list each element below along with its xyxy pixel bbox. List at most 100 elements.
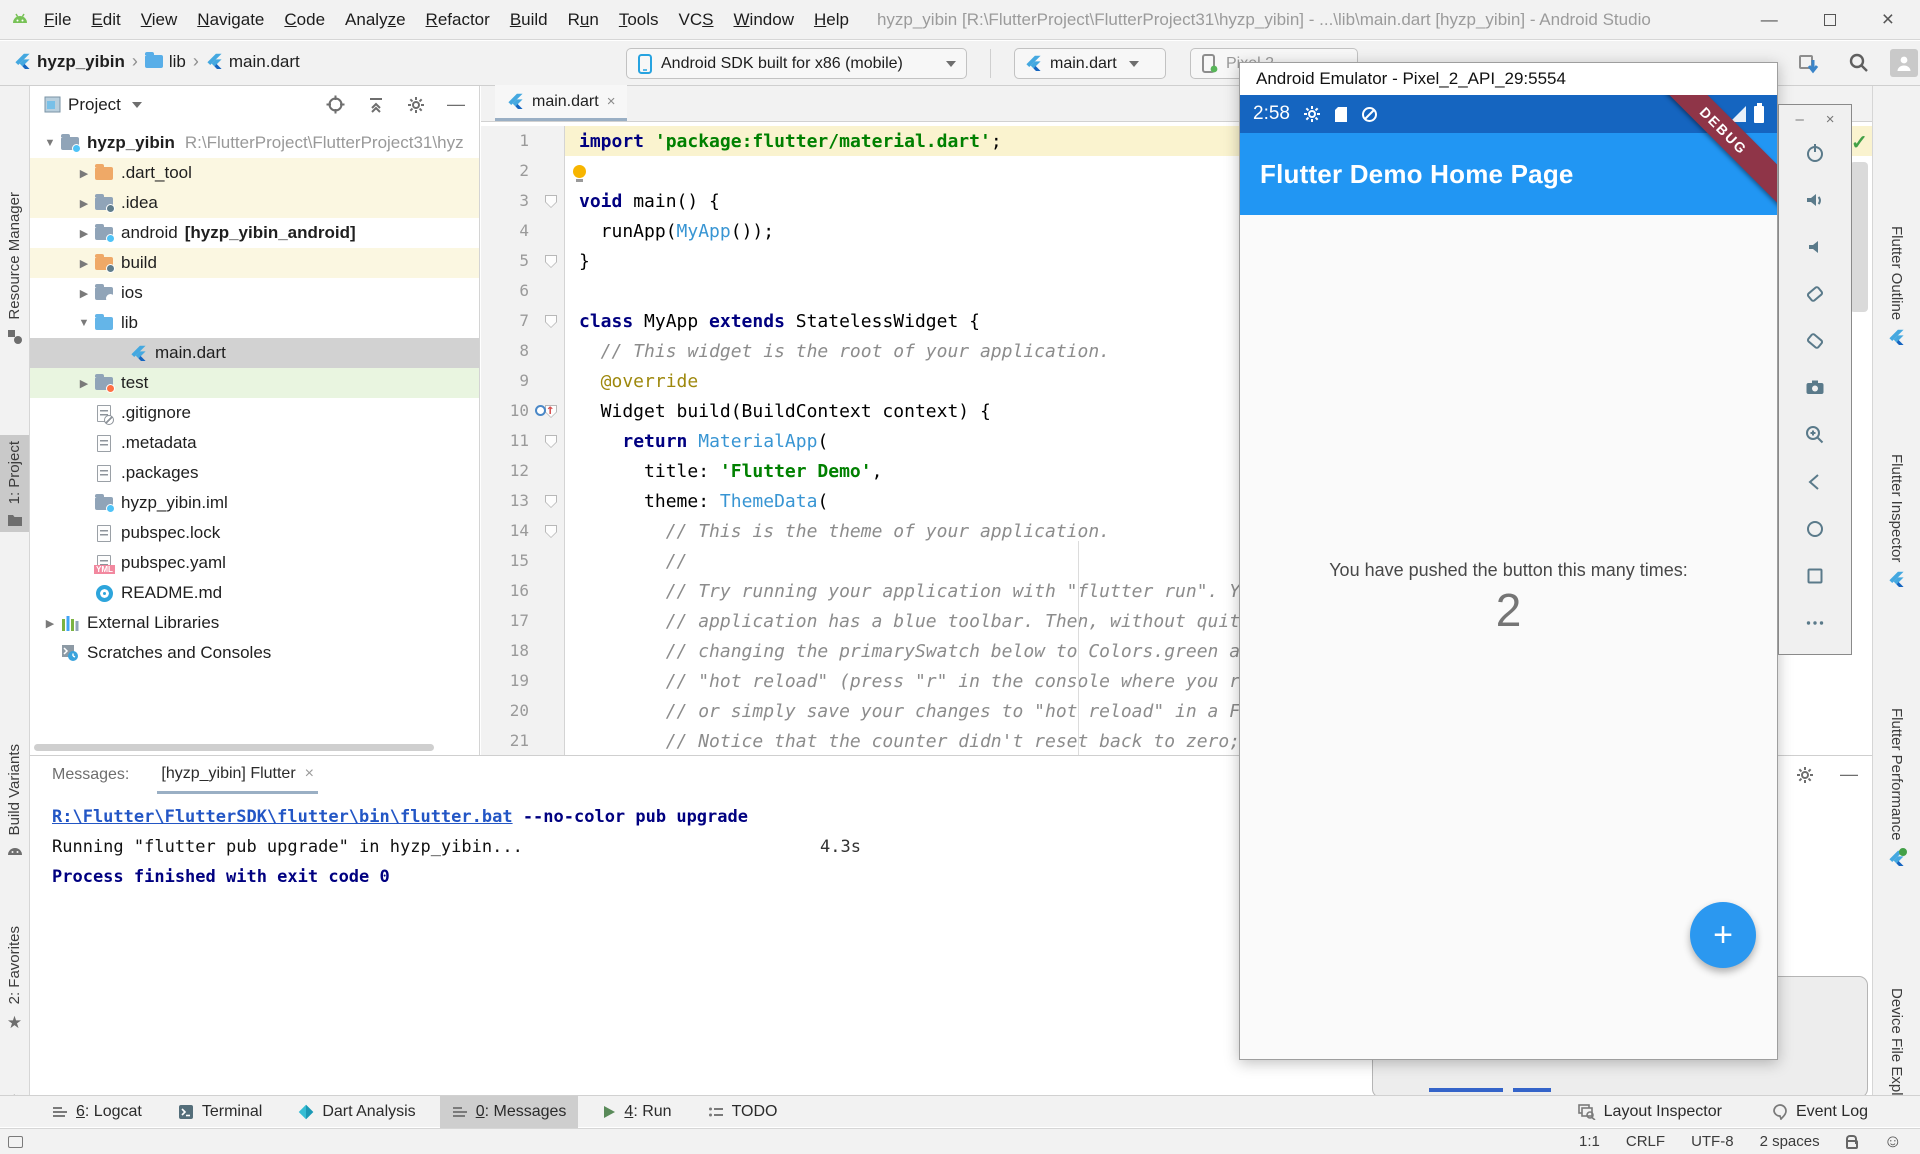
chevron-expanded-icon[interactable]: ▼: [74, 317, 94, 329]
menu-view[interactable]: View: [131, 6, 188, 34]
menu-file[interactable]: File: [34, 6, 81, 34]
emulator-camera-icon[interactable]: [1804, 377, 1826, 399]
status-item-2-spaces[interactable]: 2 spaces: [1760, 1133, 1820, 1150]
tool-window-switcher-icon[interactable]: [8, 1136, 23, 1148]
emulator-back-icon[interactable]: [1804, 471, 1826, 493]
tree-row-hyzp-yibin[interactable]: ▼hyzp_yibinR:\FlutterProject\FlutterProj…: [30, 128, 479, 158]
emulator-close-icon[interactable]: ×: [1826, 111, 1835, 128]
tool-button-0-messages[interactable]: 0: Messages: [440, 1096, 579, 1128]
console-link[interactable]: R:\Flutter\FlutterSDK\flutter\bin\flutte…: [52, 807, 513, 827]
horizontal-scrollbar[interactable]: [34, 744, 434, 751]
strip-tab-1-project[interactable]: 1: Project: [0, 435, 29, 532]
intention-bulb-icon[interactable]: [573, 165, 586, 178]
emulator-rotate-right-icon[interactable]: [1804, 330, 1826, 352]
tree-row-.dart-tool[interactable]: ▶.dart_tool: [30, 158, 479, 188]
tree-row-.packages[interactable]: .packages: [30, 458, 479, 488]
breadcrumb-item-lib[interactable]: lib: [145, 52, 186, 72]
tree-row-test[interactable]: ▶test: [30, 368, 479, 398]
emulator-zoom-icon[interactable]: [1804, 424, 1826, 446]
status-item-1-1[interactable]: 1:1: [1579, 1133, 1600, 1150]
tree-row-External-Libraries[interactable]: ▶External Libraries: [30, 608, 479, 638]
menu-run[interactable]: Run: [558, 6, 609, 34]
tree-row-hyzp-yibin.iml[interactable]: hyzp_yibin.iml: [30, 488, 479, 518]
emulator-home-icon[interactable]: [1804, 518, 1826, 540]
tool-button-4-run[interactable]: 4: Run: [590, 1096, 683, 1128]
tree-row-ios[interactable]: ▶ios: [30, 278, 479, 308]
messages-tab-flutter[interactable]: [hyzp_yibin] Flutter ×: [157, 756, 318, 794]
unlock-icon[interactable]: [1846, 1140, 1858, 1149]
hide-panel-icon[interactable]: —: [447, 94, 465, 115]
menu-tools[interactable]: Tools: [609, 6, 669, 34]
emulator-screen[interactable]: You have pushed the button this many tim…: [1240, 95, 1777, 1059]
tree-row-Scratches-and-Consoles[interactable]: Scratches and Consoles: [30, 638, 479, 668]
minimize-window-icon[interactable]: —: [1761, 10, 1778, 30]
tree-row-main.dart[interactable]: main.dart: [30, 338, 479, 368]
emulator-minimize-icon[interactable]: –: [1795, 111, 1803, 128]
chevron-collapsed-icon[interactable]: ▶: [40, 617, 60, 630]
gradle-face-icon[interactable]: ☺: [1884, 1131, 1902, 1152]
tool-button-layout-inspector[interactable]: Layout Inspector: [1566, 1096, 1734, 1128]
menu-build[interactable]: Build: [500, 6, 558, 34]
fold-marker-icon[interactable]: [545, 255, 557, 268]
chevron-collapsed-icon[interactable]: ▶: [74, 257, 94, 270]
chevron-collapsed-icon[interactable]: ▶: [74, 167, 94, 180]
strip-tab-build-variants[interactable]: Build Variants: [0, 738, 29, 862]
collapse-all-icon[interactable]: [367, 96, 385, 114]
emulator-overview-icon[interactable]: [1804, 565, 1826, 587]
tool-button-event-log[interactable]: Event Log: [1760, 1096, 1880, 1128]
status-item-crlf[interactable]: CRLF: [1626, 1133, 1665, 1150]
fold-marker-icon[interactable]: [545, 315, 557, 328]
inspection-ok-icon[interactable]: ✓: [1851, 130, 1868, 155]
chevron-collapsed-icon[interactable]: ▶: [74, 287, 94, 300]
emulator-power-icon[interactable]: [1804, 142, 1826, 164]
override-marker-icon[interactable]: [535, 405, 546, 416]
emulator-volume-down-icon[interactable]: [1804, 236, 1826, 258]
device-selector[interactable]: Android SDK built for x86 (mobile): [626, 48, 967, 79]
search-everywhere-icon[interactable]: [1846, 50, 1872, 76]
fold-marker-icon[interactable]: [545, 525, 557, 538]
menu-analyze[interactable]: Analyze: [335, 6, 416, 34]
strip-tab-flutter-outline[interactable]: Flutter Outline: [1873, 220, 1920, 352]
fold-marker-icon[interactable]: [545, 435, 557, 448]
editor-scrollbar[interactable]: [1850, 162, 1868, 312]
sdk-manager-icon[interactable]: [1795, 50, 1821, 76]
breadcrumb-item-main.dart[interactable]: main.dart: [206, 52, 300, 72]
emulator-title-bar[interactable]: Android Emulator - Pixel_2_API_29:5554: [1240, 63, 1777, 95]
menu-refactor[interactable]: Refactor: [416, 6, 500, 34]
fab-increment-button[interactable]: +: [1690, 902, 1756, 968]
avatar[interactable]: [1890, 49, 1918, 77]
emulator-more-icon[interactable]: [1804, 612, 1826, 634]
menu-navigate[interactable]: Navigate: [187, 6, 274, 34]
strip-tab-flutter-inspector[interactable]: Flutter Inspector: [1873, 448, 1920, 594]
close-tab-icon[interactable]: ×: [305, 765, 314, 783]
menu-help[interactable]: Help: [804, 6, 859, 34]
status-item-utf-8[interactable]: UTF-8: [1691, 1133, 1734, 1150]
tree-row-.gitignore[interactable]: .gitignore: [30, 398, 479, 428]
fold-marker-icon[interactable]: [545, 495, 557, 508]
strip-tab-resource-manager[interactable]: Resource Manager: [0, 186, 29, 351]
close-tab-icon[interactable]: ×: [607, 93, 616, 110]
chevron-collapsed-icon[interactable]: ▶: [74, 227, 94, 240]
tree-row-build[interactable]: ▶build: [30, 248, 479, 278]
chevron-expanded-icon[interactable]: ▼: [40, 137, 60, 149]
tool-button-6-logcat[interactable]: 6: Logcat: [40, 1096, 154, 1128]
restore-window-icon[interactable]: [1824, 14, 1836, 26]
run-config-selector[interactable]: main.dart: [1014, 48, 1166, 79]
menu-code[interactable]: Code: [274, 6, 335, 34]
settings-gear-icon[interactable]: [1796, 766, 1814, 784]
tool-button-dart-analysis[interactable]: Dart Analysis: [286, 1096, 427, 1128]
close-window-icon[interactable]: ×: [1882, 8, 1894, 32]
project-panel-header[interactable]: Project —: [30, 86, 479, 123]
locate-file-icon[interactable]: [326, 95, 345, 114]
emulator-volume-up-icon[interactable]: [1804, 189, 1826, 211]
menu-edit[interactable]: Edit: [81, 6, 130, 34]
tree-row-README.md[interactable]: README.md: [30, 578, 479, 608]
tool-button-terminal[interactable]: Terminal: [166, 1096, 274, 1128]
breadcrumb-item-hyzp_yibin[interactable]: hyzp_yibin: [14, 52, 125, 72]
hide-panel-icon[interactable]: —: [1840, 764, 1858, 785]
chevron-collapsed-icon[interactable]: ▶: [74, 377, 94, 390]
strip-tab-2-favorites[interactable]: 2: Favorites★: [0, 920, 29, 1039]
chevron-collapsed-icon[interactable]: ▶: [74, 197, 94, 210]
tree-row-.metadata[interactable]: .metadata: [30, 428, 479, 458]
menu-window[interactable]: Window: [724, 6, 804, 34]
